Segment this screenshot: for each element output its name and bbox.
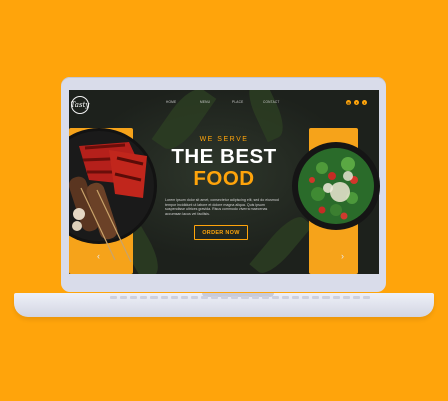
chevron-right-icon[interactable]: › — [341, 252, 344, 261]
nav-place[interactable]: PLACE — [232, 100, 243, 104]
instagram-icon[interactable]: ◎ — [346, 100, 351, 105]
nav-menu[interactable]: MENU — [200, 100, 210, 104]
nav-home[interactable]: HOME — [166, 100, 176, 104]
facebook-icon[interactable]: f — [354, 100, 359, 105]
nav-contact[interactable]: CONTACT — [263, 100, 280, 104]
twitter-icon[interactable]: t — [362, 100, 367, 105]
order-now-button[interactable]: ORDER NOW — [194, 225, 248, 240]
site-logo[interactable]: Tasty — [71, 96, 89, 114]
hero-eyebrow: WE SERVE — [199, 136, 249, 143]
salad-plate-image — [292, 142, 380, 230]
hero-title-line2: FOOD — [193, 167, 255, 190]
hero-description: Lorem ipsum dolor sit amet, consectetur … — [165, 198, 279, 216]
hero-title-line1: THE BEST — [171, 145, 277, 168]
grill-plate-image — [69, 128, 157, 263]
chevron-left-icon[interactable]: ‹ — [97, 252, 100, 261]
laptop-base — [14, 293, 434, 317]
